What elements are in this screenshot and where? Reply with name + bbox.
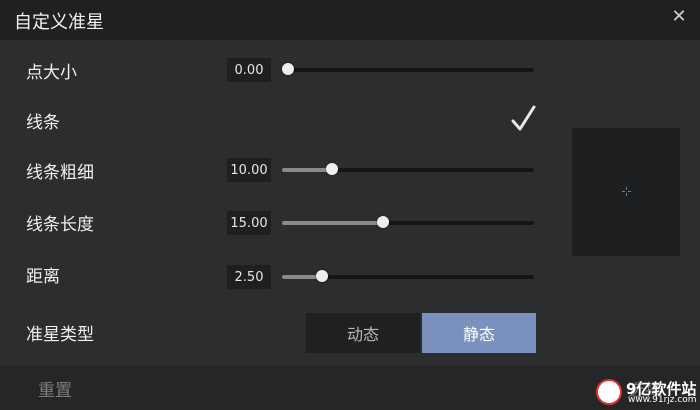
- watermark-logo-icon: [596, 379, 622, 405]
- crosshair-preview: [572, 128, 680, 256]
- distance-slider-thumb[interactable]: [316, 270, 329, 282]
- line-length-slider-thumb[interactable]: [376, 216, 389, 228]
- dot-size-label: 点大小: [26, 63, 77, 83]
- distance-value[interactable]: 2.50: [227, 265, 271, 289]
- crosshair-type-label: 准星类型: [26, 325, 94, 345]
- line-width-value[interactable]: 10.00: [227, 158, 271, 182]
- line-length-label: 线条长度: [26, 215, 94, 235]
- footer-bar: 重置 选择: [0, 366, 700, 410]
- close-icon[interactable]: ✕: [670, 8, 688, 26]
- line-length-slider[interactable]: [282, 216, 534, 228]
- reset-button[interactable]: 重置: [38, 376, 72, 401]
- checkmark-icon: [511, 105, 536, 131]
- line-label: 线条: [26, 113, 60, 133]
- line-width-slider-thumb[interactable]: [326, 163, 339, 175]
- crosshair-icon: [622, 187, 631, 196]
- dot-size-value[interactable]: 0.00: [227, 58, 271, 82]
- line-length-slider-fill: [282, 221, 383, 225]
- line-width-label: 线条粗细: [26, 163, 94, 183]
- dot-size-slider[interactable]: [282, 63, 534, 75]
- crosshair-type-static[interactable]: 静态: [422, 313, 536, 353]
- dialog-title: 自定义准星: [14, 12, 104, 33]
- title-bar: 自定义准星 ✕: [0, 0, 700, 40]
- line-width-slider[interactable]: [282, 163, 534, 175]
- crosshair-type-dynamic[interactable]: 动态: [306, 313, 420, 353]
- distance-label: 距离: [26, 267, 60, 287]
- watermark-url: www.91rjz.com: [628, 395, 697, 405]
- watermark: 9亿软件站 www.91rjz.com: [596, 376, 697, 408]
- line-checkbox[interactable]: [510, 103, 536, 135]
- line-width-slider-fill: [282, 168, 333, 172]
- line-length-value[interactable]: 15.00: [227, 211, 271, 235]
- dot-size-slider-thumb[interactable]: [282, 63, 294, 75]
- distance-slider[interactable]: [282, 270, 534, 282]
